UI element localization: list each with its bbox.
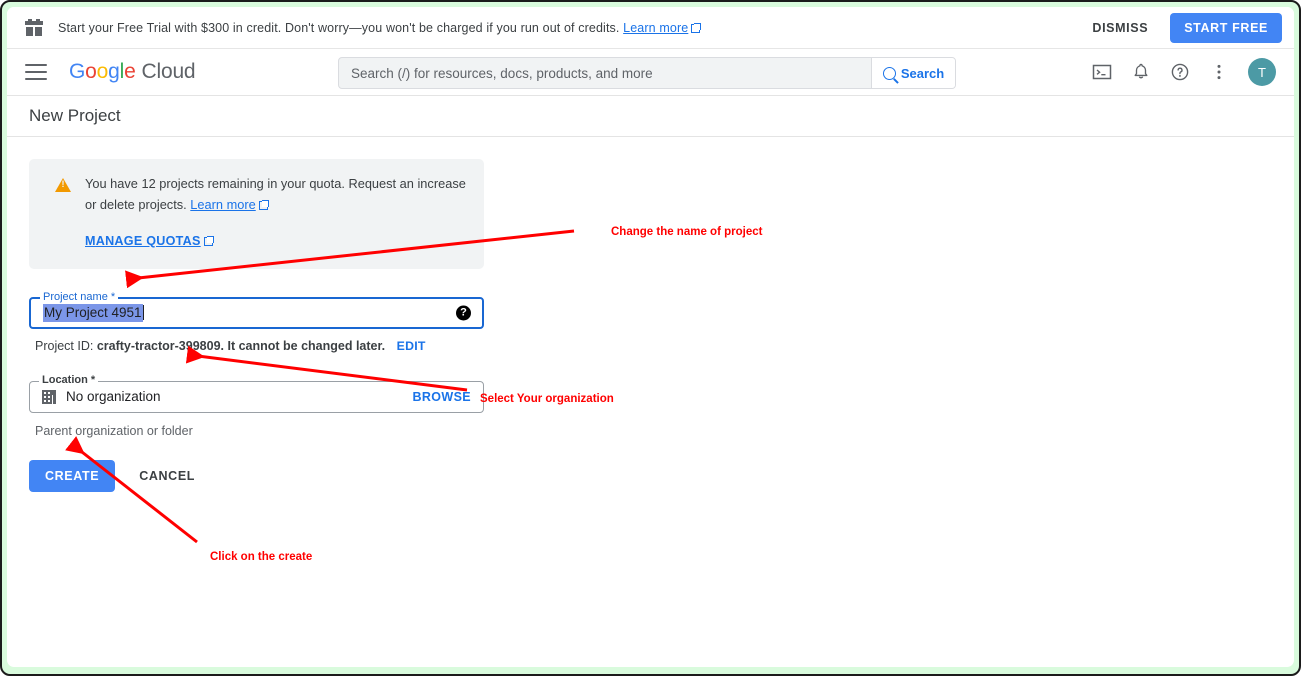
location-value: No organization	[66, 389, 161, 404]
logo-letter: g	[108, 60, 119, 83]
logo-cloud-word: Cloud	[142, 60, 196, 83]
promo-actions: DISMISS START FREE	[1084, 13, 1286, 43]
location-hint: Parent organization or folder	[29, 424, 484, 438]
edit-project-id-link[interactable]: EDIT	[397, 339, 426, 353]
project-id-value: crafty-tractor-399809	[97, 339, 221, 353]
new-project-form: You have 12 projects remaining in your q…	[7, 137, 1294, 514]
avatar[interactable]: T	[1248, 58, 1276, 86]
manage-quotas-link[interactable]: MANAGE QUOTAS	[85, 231, 213, 252]
project-name-input[interactable]: Project name * My Project 4951 ?	[29, 297, 484, 329]
global-search-bar: Search	[338, 57, 956, 89]
project-id-suffix: . It cannot be changed later.	[221, 339, 386, 353]
external-link-icon	[204, 237, 213, 246]
search-icon	[883, 67, 896, 80]
help-icon[interactable]	[1170, 62, 1190, 82]
gift-icon	[25, 19, 43, 37]
search-button[interactable]: Search	[871, 58, 955, 88]
quota-message: You have 12 projects remaining in your q…	[85, 174, 468, 252]
project-name-value: My Project 4951	[43, 305, 144, 320]
cloud-shell-icon[interactable]	[1092, 62, 1112, 82]
external-link-icon	[691, 24, 700, 33]
gcp-console-page: Start your Free Trial with $300 in credi…	[7, 7, 1294, 667]
console-header: GoogleCloud Search	[7, 49, 1294, 96]
project-id-prefix: Project ID:	[35, 339, 93, 353]
hamburger-menu-icon[interactable]	[25, 64, 47, 80]
logo-letter: G	[69, 60, 85, 83]
cancel-button[interactable]: CANCEL	[129, 460, 205, 492]
location-field-block: Location * No organization BROWSE Parent…	[29, 381, 484, 438]
organization-building-icon	[42, 390, 56, 404]
location-field[interactable]: Location * No organization BROWSE	[29, 381, 484, 413]
browse-button[interactable]: BROWSE	[413, 390, 472, 404]
start-free-button[interactable]: START FREE	[1170, 13, 1282, 43]
logo-letter: e	[124, 60, 135, 83]
quota-learn-more-link[interactable]: Learn more	[190, 197, 267, 212]
promo-message: Start your Free Trial with $300 in credi…	[58, 21, 700, 35]
dismiss-button[interactable]: DISMISS	[1084, 15, 1156, 41]
warning-triangle-icon	[55, 178, 71, 192]
logo-letter: o	[97, 60, 108, 83]
page-title: New Project	[29, 106, 121, 126]
quota-warning-card: You have 12 projects remaining in your q…	[29, 159, 484, 269]
page-title-bar: New Project	[7, 96, 1294, 137]
form-actions: CREATE CANCEL	[29, 460, 1272, 492]
more-options-icon[interactable]	[1209, 62, 1229, 82]
browser-screenshot-frame: Start your Free Trial with $300 in credi…	[0, 0, 1301, 676]
location-label: Location *	[39, 375, 98, 386]
logo-letter: o	[85, 60, 96, 83]
search-button-label: Search	[901, 66, 944, 81]
external-link-icon	[259, 201, 268, 210]
quota-text: You have 12 projects remaining in your q…	[85, 176, 466, 212]
free-trial-promo-bar: Start your Free Trial with $300 in credi…	[7, 7, 1294, 49]
create-button[interactable]: CREATE	[29, 460, 115, 492]
project-name-field-block: Project name * My Project 4951 ? Project…	[29, 297, 484, 353]
help-circle-icon[interactable]: ?	[456, 305, 471, 320]
project-name-label: Project name *	[40, 292, 118, 303]
notifications-bell-icon[interactable]	[1131, 62, 1151, 82]
project-id-helper: Project ID: crafty-tractor-399809. It ca…	[29, 339, 484, 353]
promo-message-text: Start your Free Trial with $300 in credi…	[58, 21, 620, 35]
promo-learn-more-link[interactable]: Learn more	[623, 21, 700, 35]
search-input[interactable]	[339, 58, 871, 88]
google-cloud-logo[interactable]: GoogleCloud	[69, 60, 195, 84]
annotation-label: Click on the create	[210, 551, 312, 563]
header-icon-group: T	[1092, 58, 1282, 86]
